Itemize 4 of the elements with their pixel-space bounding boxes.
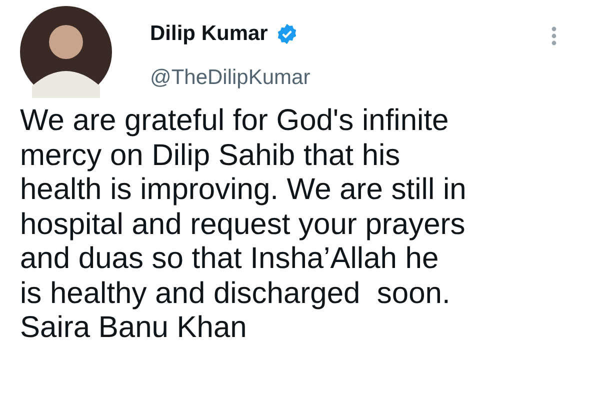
author-name[interactable]: Dilip Kumar bbox=[150, 18, 268, 50]
author-handle[interactable]: @TheDilipKumar bbox=[150, 62, 310, 93]
tweet-text: We are grateful for God's infinite mercy on Dilip Sahib that his health is improving. We are still in hospital and request your prayers and duas so that Insha’Allah he is healthy and discharged soon. Saira Banu Khan bbox=[20, 104, 468, 346]
avatar[interactable] bbox=[20, 6, 112, 98]
